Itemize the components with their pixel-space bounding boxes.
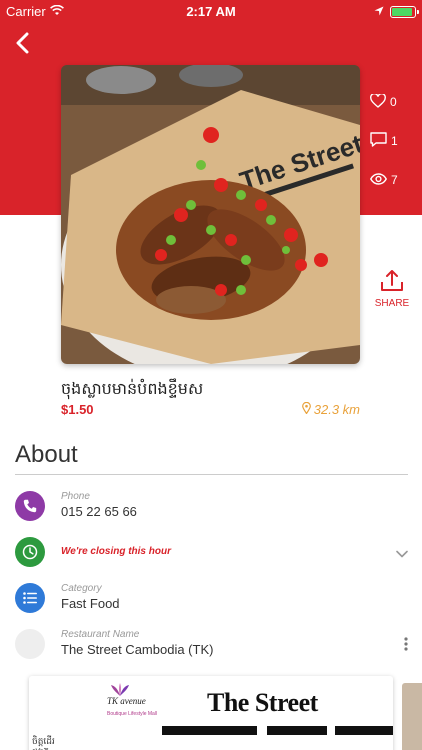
restaurant-name[interactable]: The Street Cambodia (TK) — [61, 642, 213, 657]
banner-bar-right — [335, 726, 393, 735]
hours-row[interactable]: We're closing this hour — [15, 537, 408, 571]
share-label: SHARE — [374, 298, 410, 309]
phone-icon — [15, 491, 45, 521]
phone-number[interactable]: 015 22 65 66 — [61, 504, 137, 519]
comments-counter[interactable]: 1 — [370, 131, 410, 151]
more-vertical-icon[interactable] — [404, 637, 408, 656]
engagement-stats: 0 1 7 — [370, 92, 410, 209]
tk-logo-text: TK avenue — [107, 696, 146, 706]
status-bar: Carrier 2:17 AM — [0, 0, 422, 22]
clock-icon — [15, 537, 45, 567]
back-button[interactable] — [10, 30, 34, 60]
category-row: Category Fast Food — [15, 583, 408, 617]
dish-photo: The Street — [61, 65, 360, 364]
distance-info: 32.3 km — [301, 401, 360, 417]
about-heading: About — [15, 441, 78, 468]
heart-icon — [370, 92, 386, 111]
hours-status: We're closing this hour — [61, 546, 171, 557]
views-count: 7 — [391, 173, 398, 187]
dish-price: $1.50 — [61, 402, 94, 417]
chevron-left-icon — [15, 32, 29, 59]
restaurant-label: Restaurant Name — [61, 629, 140, 640]
banner-side-text: ចិត្តដើរ ផ្លូវហ៊ុ — [32, 736, 55, 750]
restaurant-banner[interactable]: TK avenue Boutique Lifestyle Mall The St… — [29, 676, 393, 750]
battery-icon — [390, 5, 419, 18]
location-arrow-icon — [374, 4, 384, 19]
banner-bar-mid — [267, 726, 327, 735]
restaurant-row[interactable]: Restaurant Name The Street Cambodia (TK) — [15, 629, 408, 663]
list-icon — [15, 583, 45, 613]
restaurant-avatar — [15, 629, 45, 659]
street-logo-text: The Street — [207, 688, 318, 717]
category-label: Category — [61, 583, 102, 594]
location-pin-icon — [301, 401, 311, 417]
chevron-down-icon[interactable] — [396, 545, 408, 563]
banner-bar-left — [162, 726, 257, 735]
share-upload-icon — [380, 270, 404, 295]
next-banner-peek[interactable] — [402, 683, 422, 750]
eye-icon — [370, 172, 387, 188]
phone-row[interactable]: Phone 015 22 65 66 — [15, 491, 408, 525]
comment-icon — [370, 132, 387, 150]
dish-name: ចុងស្លាបមាន់បំពងខ្ទឹមស — [61, 379, 204, 398]
phone-label: Phone — [61, 491, 90, 502]
likes-count: 0 — [390, 95, 397, 109]
share-button[interactable]: SHARE — [374, 270, 410, 309]
views-counter: 7 — [370, 170, 410, 190]
category-value: Fast Food — [61, 596, 120, 611]
likes-counter[interactable]: 0 — [370, 92, 410, 112]
tk-logo-subtitle: Boutique Lifestyle Mall — [107, 711, 158, 717]
comments-count: 1 — [391, 134, 398, 148]
about-divider — [15, 474, 408, 475]
distance-value: 32.3 km — [313, 402, 360, 417]
status-time: 2:17 AM — [186, 4, 236, 19]
